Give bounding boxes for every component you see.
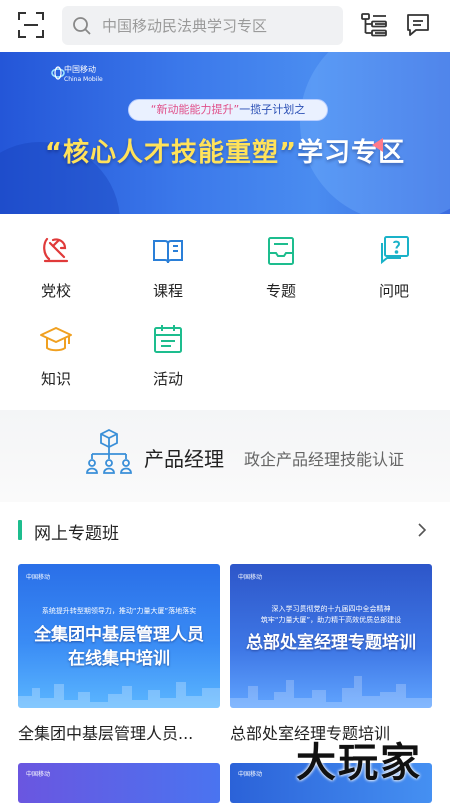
card-logo: 中国移动 [26, 771, 51, 778]
grid-item-label: 专题 [265, 282, 296, 300]
graduation-cap-icon [40, 327, 72, 352]
chevron-right-icon[interactable] [414, 522, 430, 538]
message-icon[interactable] [404, 11, 432, 39]
card-banner-title: 全集团中基层管理人员 [34, 625, 204, 645]
grid-item-knowledge[interactable]: 知识 [0, 308, 112, 394]
banner-triangle-decoration [372, 138, 383, 152]
course-caption[interactable]: 全集团中基层管理人员... [18, 720, 193, 744]
grid-item-topics[interactable]: 专题 [225, 220, 337, 306]
banner-subtitle-highlight: “新动能能力提升” [150, 103, 240, 116]
card-banner-title: 总部处室经理专题培训 [246, 633, 416, 653]
product-description: 政企产品经理技能认证 [244, 450, 405, 469]
calendar-icon [154, 325, 182, 353]
banner-subtitle-rest: 一揽子计划之 [239, 103, 306, 116]
top-bar: 中国移动民法典学习专区 [0, 0, 450, 52]
banner-subtitle: “新动能能力提升”一揽子计划之 [128, 99, 328, 121]
party-emblem-icon [43, 237, 69, 263]
watermark: 大玩家 [296, 739, 422, 786]
course-card[interactable]: 中国移动 系统提升转型期领导力，推动“力量大厦”落地落实 全集团中基层管理人员 … [18, 564, 220, 708]
question-chat-icon [381, 236, 409, 265]
product-manager-banner[interactable]: 产品经理 政企产品经理技能认证 [0, 410, 450, 502]
search-input[interactable]: 中国移动民法典学习专区 [62, 6, 343, 45]
grid-item-label: 活动 [152, 370, 183, 388]
grid-item-label: 知识 [40, 370, 71, 388]
grid-item-label: 课程 [152, 282, 183, 300]
section-header[interactable]: 网上专题班 [0, 516, 450, 550]
category-list-icon[interactable] [360, 11, 388, 39]
city-skyline-decoration [230, 676, 432, 708]
section-title: 网上专题班 [34, 524, 119, 544]
card-banner-subtitle: 系统提升转型期领导力，推动“力量大厦”落地落实 [41, 607, 197, 615]
function-grid: 党校 课程 专题 问吧 知识 活动 [0, 220, 450, 410]
search-placeholder: 中国移动民法典学习专区 [102, 17, 268, 35]
course-card[interactable]: 中国移动 深入学习贯彻党的十九届四中全会精神 筑牢“力量大厦”，助力精干高效优质… [230, 564, 432, 708]
banner-title-highlight: “核心人才技能重塑” [44, 138, 298, 168]
scan-icon[interactable] [17, 11, 45, 39]
inbox-icon [268, 237, 294, 265]
card-banner-subtitle: 筑牢“力量大厦”，助力精干高效优质总部建设 [260, 616, 402, 624]
card-logo: 中国移动 [26, 574, 51, 581]
search-icon [73, 17, 91, 35]
logo-name: 中国移动 [64, 65, 96, 74]
card-logo: 中国移动 [238, 574, 263, 581]
book-icon [153, 240, 183, 264]
banner-logo-text: 中国移动 China Mobile [64, 65, 103, 84]
grid-item-qa[interactable]: 问吧 [338, 220, 450, 306]
banner-title-rest: 学习专区 [297, 138, 406, 168]
card-banner-subtitle: 深入学习贯彻党的十九届四中全会精神 [271, 605, 391, 613]
grid-item-label: 问吧 [378, 282, 409, 300]
promo-banner[interactable]: 中国移动 China Mobile “新动能能力提升”一揽子计划之 “核心人才技… [0, 52, 450, 214]
grid-item-label: 党校 [40, 282, 71, 300]
org-chart-icon [86, 428, 132, 474]
grid-item-party-school[interactable]: 党校 [0, 220, 112, 306]
grid-item-activities[interactable]: 活动 [112, 308, 224, 394]
grid-item-courses[interactable]: 课程 [112, 220, 224, 306]
card-logo: 中国移动 [238, 771, 263, 778]
section-accent-bar [18, 520, 22, 540]
product-title: 产品经理 [144, 447, 224, 471]
logo-sub: China Mobile [64, 76, 103, 83]
city-skyline-decoration [18, 682, 220, 708]
course-card[interactable]: 中国移动 [18, 763, 220, 803]
